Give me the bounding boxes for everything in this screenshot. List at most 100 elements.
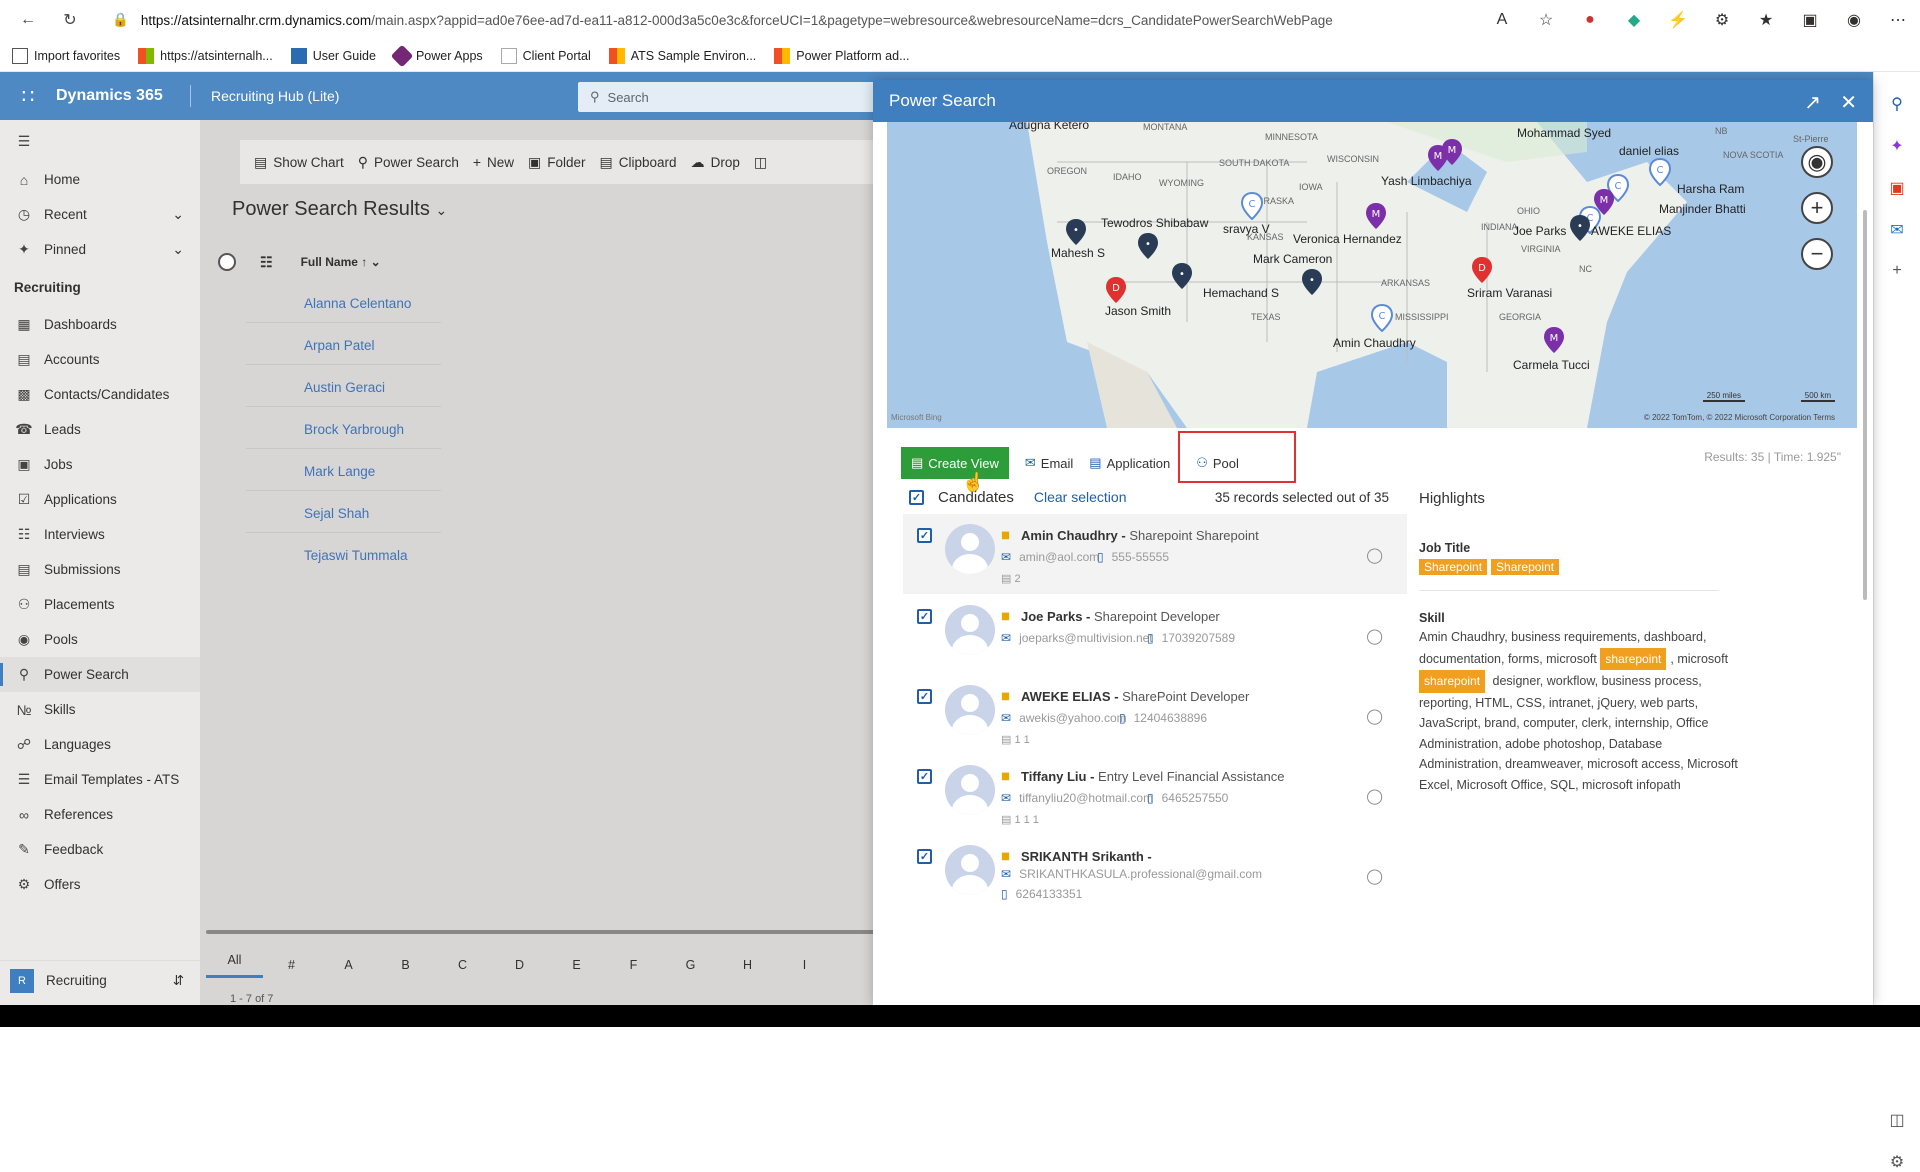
filter-i[interactable]: I bbox=[776, 958, 833, 972]
delete-button[interactable]: ◫ bbox=[754, 154, 773, 171]
map-pin[interactable]: • bbox=[1569, 214, 1591, 247]
locate-me-button[interactable]: ◉ bbox=[1801, 146, 1833, 178]
collections-icon[interactable]: ▣ bbox=[1788, 10, 1832, 30]
candidate-card[interactable]: ✓ ▮▮ SRIKANTH Srikanth - ✉ SRIKANTHKASULA… bbox=[903, 835, 1407, 905]
sidebar-item-interviews[interactable]: ☷ Interviews bbox=[0, 517, 200, 552]
office-icon[interactable]: ▣ bbox=[1874, 178, 1920, 198]
split-screen-icon[interactable]: ◫ bbox=[1874, 1110, 1920, 1130]
copilot-icon[interactable]: ✦ bbox=[1874, 136, 1920, 156]
sidebar-item-applications[interactable]: ☑ Applications bbox=[0, 482, 200, 517]
map-pin[interactable]: D bbox=[1471, 256, 1493, 289]
candidate-email[interactable]: ✉ SRIKANTHKASULA.professional@gmail.com bbox=[1001, 867, 1262, 881]
candidate-checkbox[interactable]: ✓ bbox=[917, 689, 932, 704]
add-icon[interactable]: + bbox=[1874, 262, 1920, 280]
table-row[interactable]: Tejaswi Tummala bbox=[304, 548, 408, 568]
binoculars-icon[interactable]: ◯ bbox=[1366, 707, 1383, 725]
candidate-card[interactable]: ✓ ▮▮ Tiffany Liu - Entry Level Financial… bbox=[903, 755, 1407, 835]
table-row[interactable]: Alanna Celentano bbox=[304, 296, 411, 316]
candidate-checkbox[interactable]: ✓ bbox=[917, 769, 932, 784]
dialog-scrollbar[interactable] bbox=[1863, 210, 1867, 600]
map-pin[interactable]: • bbox=[1137, 232, 1159, 265]
more-icon[interactable]: ⋯ bbox=[1876, 10, 1920, 30]
clipboard-button[interactable]: ▤ Clipboard bbox=[600, 154, 677, 171]
map-pin[interactable]: M bbox=[1441, 138, 1463, 171]
favorite-atsinternal[interactable]: https://atsinternalh... bbox=[138, 47, 273, 64]
candidate-name[interactable]: Amin Chaudhry - Sharepoint Sharepoint bbox=[1021, 528, 1259, 543]
zoom-out-button[interactable]: − bbox=[1801, 238, 1833, 270]
area-switcher[interactable]: R Recruiting ⇵ bbox=[0, 960, 200, 1000]
folder-button[interactable]: ▣ Folder bbox=[528, 154, 586, 171]
candidate-card[interactable]: ✓ ▮▮ Amin Chaudhry - Sharepoint Sharepoi… bbox=[903, 514, 1407, 594]
favorites-icon[interactable]: ★ bbox=[1744, 10, 1788, 30]
candidate-map[interactable]: MONTANA MINNESOTA WISCONSIN SOUTH DAKOTA… bbox=[887, 122, 1857, 428]
table-row[interactable]: Sejal Shah bbox=[304, 506, 369, 526]
close-icon[interactable]: ✕ bbox=[1840, 90, 1857, 115]
horizontal-scrollbar[interactable] bbox=[206, 930, 875, 934]
map-pin[interactable]: M bbox=[1365, 202, 1387, 235]
favorite-client-portal[interactable]: Client Portal bbox=[500, 47, 591, 64]
sidebar-item-references[interactable]: ∞ References bbox=[0, 797, 200, 832]
global-search-input[interactable]: ⚲ Search bbox=[578, 82, 878, 112]
table-row[interactable]: Arpan Patel bbox=[304, 338, 375, 358]
candidate-email[interactable]: ✉ awekis@yahoo.com bbox=[1001, 711, 1127, 725]
filter-c[interactable]: C bbox=[434, 958, 491, 972]
map-pin[interactable]: C bbox=[1240, 191, 1264, 225]
favorite-ats-sample[interactable]: ATS Sample Environ... bbox=[608, 47, 756, 64]
power-search-button[interactable]: ⚲ Power Search bbox=[358, 154, 459, 171]
candidate-checkbox[interactable]: ✓ bbox=[917, 528, 932, 543]
sidebar-item-languages[interactable]: ☍ Languages bbox=[0, 727, 200, 762]
candidate-card[interactable]: ✓ ▮▮ AWEKE ELIAS - SharePoint Developer … bbox=[903, 675, 1407, 755]
clear-selection-link[interactable]: Clear selection bbox=[1034, 489, 1127, 505]
map-pin[interactable]: C bbox=[1648, 157, 1672, 191]
select-all-checkbox[interactable]: ✓ bbox=[909, 489, 924, 505]
extension-icon[interactable]: ● bbox=[1568, 11, 1612, 29]
sidebar-item-placements[interactable]: ⚇ Placements bbox=[0, 587, 200, 622]
map-pin[interactable]: • bbox=[1171, 262, 1193, 295]
extensions-puzzle-icon[interactable]: ⚙ bbox=[1700, 10, 1744, 30]
sidebar-item-leads[interactable]: ☎ Leads bbox=[0, 412, 200, 447]
sidebar-item-feedback[interactable]: ✎ Feedback bbox=[0, 832, 200, 867]
hierarchy-icon[interactable]: ☷ bbox=[260, 254, 273, 271]
favorite-import[interactable]: Import favorites bbox=[12, 47, 120, 64]
sidebar-item-jobs[interactable]: ▣ Jobs bbox=[0, 447, 200, 482]
app-launcher-icon[interactable]: ∷ bbox=[0, 84, 56, 109]
sidebar-item-skills[interactable]: № Skills bbox=[0, 692, 200, 727]
address-bar[interactable]: 🔒 https://atsinternalhr.crm.dynamics.com… bbox=[112, 6, 1552, 34]
filter-h[interactable]: H bbox=[719, 958, 776, 972]
binoculars-icon[interactable]: ◯ bbox=[1366, 867, 1383, 885]
outlook-icon[interactable]: ✉ bbox=[1874, 220, 1920, 240]
sidebar-item-offers[interactable]: ⚙ Offers bbox=[0, 867, 200, 902]
sidebar-item-contacts[interactable]: ▩ Contacts/Candidates bbox=[0, 377, 200, 412]
zoom-in-button[interactable]: + bbox=[1801, 192, 1833, 224]
table-row[interactable]: Mark Lange bbox=[304, 464, 375, 484]
table-row[interactable]: Austin Geraci bbox=[304, 380, 385, 400]
filter-f[interactable]: F bbox=[605, 958, 662, 972]
binoculars-icon[interactable]: ◯ bbox=[1366, 627, 1383, 645]
sidebar-item-recent[interactable]: ◷ Recent ⌄ bbox=[0, 197, 200, 232]
filter-g[interactable]: G bbox=[662, 958, 719, 972]
filter-e[interactable]: E bbox=[548, 958, 605, 972]
map-pin[interactable]: • bbox=[1301, 268, 1323, 301]
sidebar-item-submissions[interactable]: ▤ Submissions bbox=[0, 552, 200, 587]
filter-a[interactable]: A bbox=[320, 958, 377, 972]
filter-hash[interactable]: # bbox=[263, 958, 320, 972]
search-icon[interactable]: ⚲ bbox=[1874, 94, 1920, 114]
sidebar-item-pools[interactable]: ◉ Pools bbox=[0, 622, 200, 657]
back-icon[interactable]: ← bbox=[14, 6, 42, 34]
binoculars-icon[interactable]: ◯ bbox=[1366, 787, 1383, 805]
sidebar-item-pinned[interactable]: ✦ Pinned ⌄ bbox=[0, 232, 200, 267]
favorite-star-icon[interactable]: ☆ bbox=[1524, 10, 1568, 30]
table-row[interactable]: Brock Yarbrough bbox=[304, 422, 404, 442]
candidate-name[interactable]: Joe Parks - Sharepoint Developer bbox=[1021, 609, 1220, 624]
filter-all[interactable]: All bbox=[206, 953, 263, 978]
sidebar-item-dashboards[interactable]: ▦ Dashboards bbox=[0, 307, 200, 342]
profile-avatar[interactable]: ◉ bbox=[1832, 10, 1876, 30]
candidate-email[interactable]: ✉ amin@aol.com bbox=[1001, 550, 1099, 564]
map-pin[interactable]: M bbox=[1543, 326, 1565, 359]
map-pin[interactable]: C bbox=[1370, 303, 1394, 337]
email-button[interactable]: ✉ Email bbox=[1025, 455, 1073, 471]
candidate-checkbox[interactable]: ✓ bbox=[917, 609, 932, 624]
view-selector[interactable]: Power Search Results ⌄ bbox=[232, 198, 447, 221]
hamburger-menu[interactable]: ☰ bbox=[0, 120, 200, 162]
binoculars-icon[interactable]: ◯ bbox=[1366, 546, 1383, 564]
